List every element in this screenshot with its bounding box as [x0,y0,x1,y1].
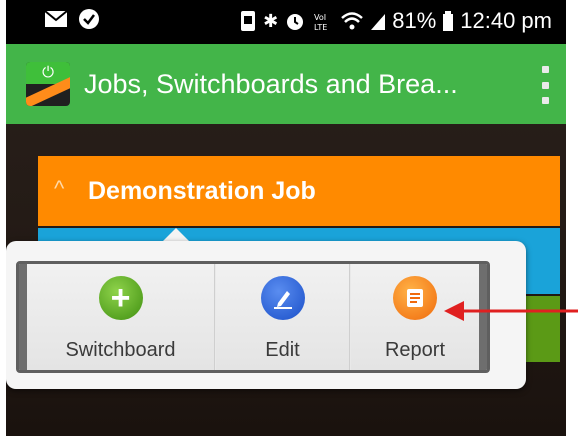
volte-icon: VoI LTE [314,13,327,32]
app-title: Jobs, Switchboards and Brea... [84,69,458,99]
svg-text:VoI: VoI [314,13,326,22]
screenshot-icon [241,11,256,31]
job-header[interactable]: ^ Demonstration Job [38,156,560,226]
action-tray: + Switchboard Edit Report [16,261,490,373]
app-bar: ⏻ Jobs, Switchboards and Brea... [6,44,566,124]
status-left-icons [44,8,100,30]
edit-icon [260,276,305,320]
chevron-up-icon[interactable]: ^ [54,176,64,202]
status-right-icons: ✱ VoI LTE 81% 12:40 pm [239,6,552,36]
edit-button[interactable]: Edit [216,264,350,370]
report-icon [393,276,437,320]
battery-icon [443,11,454,31]
edit-label: Edit [265,339,300,361]
switchboard-label: Switchboard [65,339,176,361]
status-bar: ✱ VoI LTE 81% 12:40 pm [6,0,566,44]
phone-screen: ✱ VoI LTE 81% 12:40 pm ⏻ Jobs, Switchboa… [6,0,566,436]
alarm-icon [287,14,304,30]
tray-handle-left [19,264,27,370]
wifi-icon [341,12,364,30]
report-label: Report [384,339,446,361]
check-circle-icon [79,9,99,29]
bluetooth-icon: ✱ [263,11,279,31]
mail-icon [44,10,68,27]
overflow-menu-icon[interactable] [538,66,552,104]
switchboard-button[interactable]: + Switchboard [27,264,215,370]
battery-percent: 81% [392,8,437,33]
annotation-arrow-icon [444,301,578,321]
svg-text:LTE: LTE [314,23,327,32]
add-icon: + [98,276,143,320]
signal-icon [371,14,386,30]
clock: 12:40 pm [460,8,552,33]
popup-pointer [162,228,190,242]
app-logo-icon: ⏻ [26,62,70,106]
job-title: Demonstration Job [88,177,316,205]
